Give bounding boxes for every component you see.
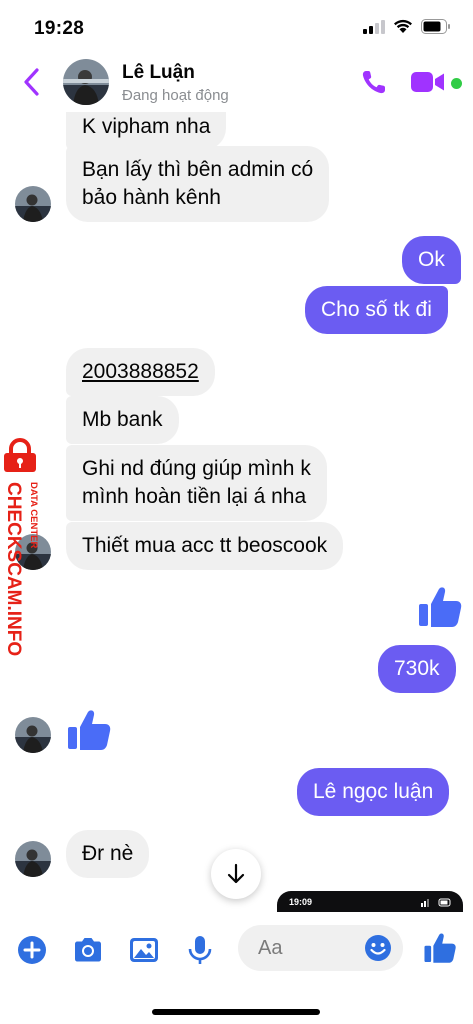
message-incoming[interactable]: Thiết mua acc tt beoscook bbox=[66, 522, 344, 570]
image-preview-time: 19:09 bbox=[289, 897, 313, 907]
microphone-icon[interactable] bbox=[184, 934, 216, 966]
message-incoming[interactable]: 2003888852 bbox=[66, 348, 215, 396]
home-indicator bbox=[152, 1009, 320, 1015]
message-outgoing[interactable]: Cho số tk đi bbox=[305, 286, 448, 334]
message-composer: Aa bbox=[0, 912, 473, 1024]
message-text: 730k bbox=[394, 657, 440, 680]
sender-avatar[interactable] bbox=[15, 717, 51, 753]
battery-icon bbox=[421, 19, 450, 34]
message-text: Ghi nd đúng giúp mình k bbox=[82, 457, 311, 480]
phone-call-icon[interactable] bbox=[360, 68, 388, 96]
arrow-down-icon bbox=[227, 863, 245, 884]
contact-name[interactable]: Lê Luận bbox=[122, 62, 195, 84]
message-incoming[interactable]: Bạn lấy thì bên admin có bảo hành kênh bbox=[66, 146, 330, 222]
message-text: K vipham nha bbox=[82, 115, 211, 138]
wifi-icon bbox=[394, 19, 412, 33]
message-text: Thiết mua acc tt beoscook bbox=[82, 534, 328, 557]
account-number-link[interactable]: 2003888852 bbox=[82, 360, 199, 383]
thumbs-up-icon[interactable] bbox=[423, 931, 457, 965]
gallery-icon[interactable] bbox=[128, 934, 160, 966]
watermark-site: CHECKSCAM.INFO bbox=[3, 482, 24, 656]
message-text: Bạn lấy thì bên admin có bbox=[82, 158, 314, 181]
message-incoming[interactable]: Mb bank bbox=[66, 396, 179, 444]
message-incoming[interactable]: Đr nè bbox=[66, 830, 150, 878]
status-bar: 19:28 bbox=[0, 0, 473, 50]
online-status-dot bbox=[451, 78, 462, 89]
camera-icon[interactable] bbox=[72, 934, 104, 966]
contact-avatar[interactable] bbox=[63, 59, 109, 105]
emoji-icon[interactable] bbox=[364, 934, 392, 962]
message-text: mình hoàn tiền lại á nha bbox=[82, 485, 307, 508]
thumbs-up-icon[interactable] bbox=[417, 584, 463, 630]
watermark: CHECKSCAM.INFO DATA CENTER bbox=[0, 436, 52, 666]
message-text: Mb bank bbox=[82, 408, 163, 431]
message-outgoing[interactable]: 730k bbox=[378, 645, 456, 693]
message-outgoing[interactable]: Lê ngọc luận bbox=[297, 768, 450, 816]
message-incoming[interactable]: Ghi nd đúng giúp mình k mình hoàn tiền l… bbox=[66, 445, 327, 521]
scroll-to-bottom-button[interactable] bbox=[211, 849, 261, 899]
message-text: Cho số tk đi bbox=[321, 298, 432, 321]
thumbs-up-icon[interactable] bbox=[66, 707, 112, 753]
status-time: 19:28 bbox=[34, 18, 85, 39]
sender-avatar[interactable] bbox=[15, 841, 51, 877]
plus-icon[interactable] bbox=[16, 934, 48, 966]
status-icons bbox=[363, 19, 451, 34]
message-text: Lê ngọc luận bbox=[313, 780, 434, 803]
watermark-graphic: CHECKSCAM.INFO DATA CENTER bbox=[3, 438, 39, 656]
sender-avatar[interactable] bbox=[15, 186, 51, 222]
message-text: Ok bbox=[418, 248, 445, 271]
watermark-tag: DATA CENTER bbox=[28, 482, 39, 548]
image-preview-status-icons bbox=[421, 898, 451, 907]
contact-status: Đang hoạt động bbox=[122, 87, 229, 104]
video-call-icon[interactable] bbox=[410, 70, 446, 94]
message-text: Đr nè bbox=[82, 842, 134, 865]
message-input-placeholder: Aa bbox=[258, 937, 283, 959]
back-chevron-icon[interactable] bbox=[20, 67, 44, 97]
message-input[interactable]: Aa bbox=[238, 925, 403, 971]
message-outgoing[interactable]: Ok bbox=[402, 236, 461, 284]
signal-icon bbox=[363, 19, 385, 34]
chat-header: Lê Luận Đang hoạt động bbox=[0, 50, 473, 112]
message-text: bảo hành kênh bbox=[82, 186, 221, 209]
